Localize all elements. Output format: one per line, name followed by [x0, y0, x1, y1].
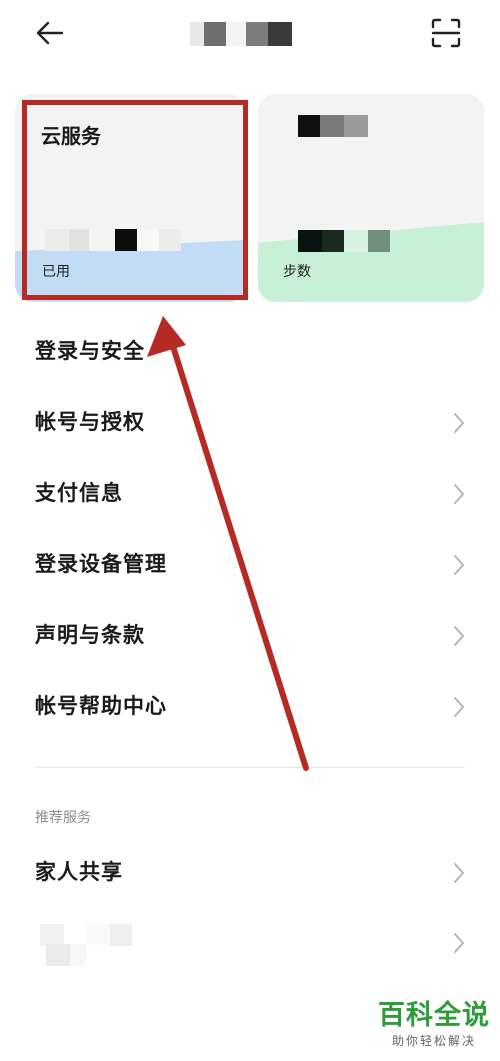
- steps-value-redacted: [298, 230, 390, 252]
- scan-icon[interactable]: [430, 17, 462, 49]
- menu-item-label: 帐号帮助中心: [35, 694, 167, 718]
- chevron-right-icon: [454, 555, 464, 575]
- watermark: 百科全说 助你轻松解决: [374, 1000, 494, 1050]
- chevron-right-icon: [454, 933, 464, 953]
- menu-item-login-security[interactable]: 登录与安全: [0, 323, 500, 381]
- storage-value-redacted: [45, 229, 181, 251]
- chevron-right-icon: [454, 484, 464, 504]
- menu-item-account-authorization[interactable]: 帐号与授权: [0, 394, 500, 452]
- recommended-services-heading: 推荐服务: [35, 810, 91, 826]
- menu-item-family-sharing[interactable]: 家人共享: [0, 844, 500, 902]
- cloud-service-title: 云服务: [41, 124, 101, 148]
- steps-title-redacted: [298, 115, 368, 137]
- menu-item-label: 声明与条款: [35, 623, 145, 647]
- menu-item-label: 登录与安全: [35, 339, 145, 363]
- chevron-right-icon: [454, 413, 464, 433]
- watermark-subtitle: 助你轻松解决: [391, 1034, 476, 1048]
- watermark-title: 百科全说: [378, 1000, 490, 1031]
- section-divider: [35, 767, 465, 768]
- menu-item-payment-info[interactable]: 支付信息: [0, 465, 500, 523]
- steps-label: 步数: [283, 264, 311, 280]
- steps-card[interactable]: 步数: [258, 94, 484, 302]
- chevron-right-icon: [454, 863, 464, 883]
- storage-used-label: 已用: [42, 264, 70, 280]
- menu-item-label: 支付信息: [35, 481, 123, 505]
- page-title-redacted: [190, 22, 300, 48]
- back-arrow-icon[interactable]: [34, 18, 66, 48]
- menu-item-device-management[interactable]: 登录设备管理: [0, 536, 500, 594]
- chevron-right-icon: [454, 697, 464, 717]
- redacted-fragment: [46, 944, 70, 966]
- menu-item-statements-terms[interactable]: 声明与条款: [0, 607, 500, 665]
- chevron-right-icon: [454, 626, 464, 646]
- menu-item-label: 家人共享: [35, 860, 123, 884]
- menu-item-label: 帐号与授权: [35, 410, 145, 434]
- cloud-service-card[interactable]: 云服务 已用: [15, 94, 247, 302]
- top-bar: [0, 0, 500, 66]
- menu-item-label: 登录设备管理: [35, 552, 167, 576]
- menu-item-help-center[interactable]: 帐号帮助中心: [0, 678, 500, 736]
